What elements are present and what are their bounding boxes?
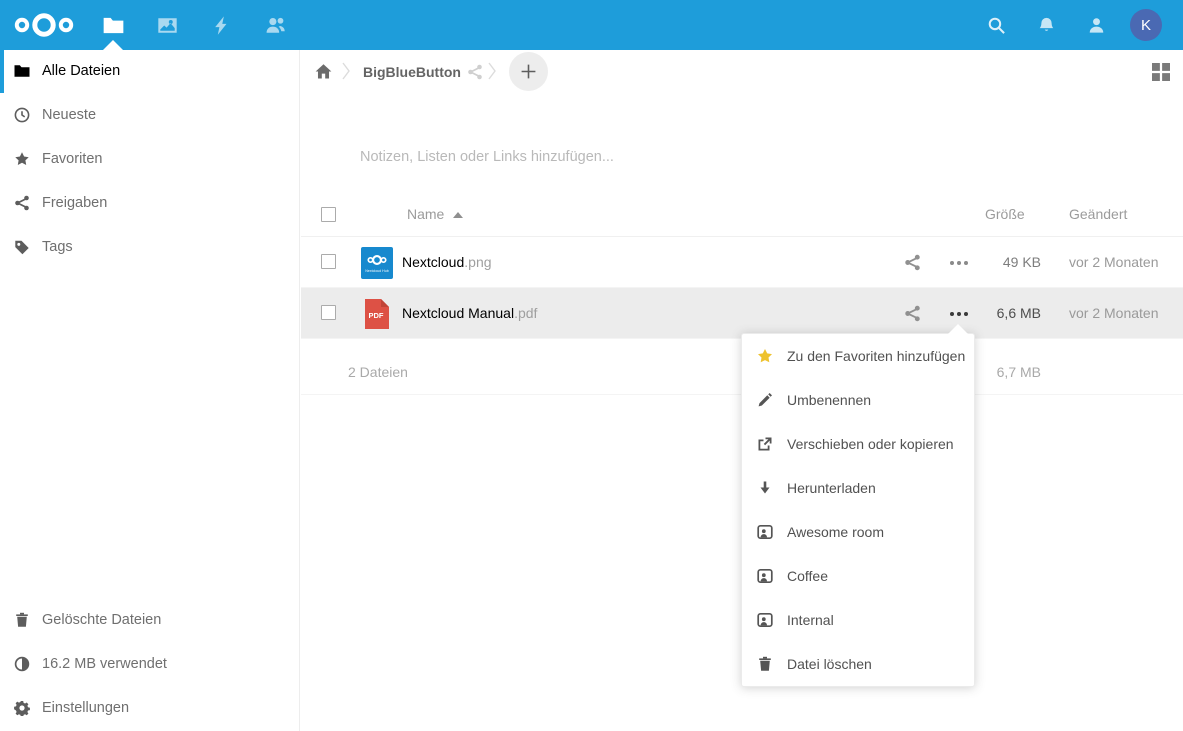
menu-item-delete-file[interactable]: Datei löschen xyxy=(742,642,974,686)
image-file-thumbnail[interactable]: Nextcloud Hub xyxy=(361,247,393,279)
file-count: 2 Dateien xyxy=(348,364,408,380)
sidebar-item-quota[interactable]: 16.2 MB verwendet xyxy=(0,642,299,686)
sidebar-item-label: Einstellungen xyxy=(42,700,129,716)
room-icon xyxy=(757,524,773,540)
breadcrumb-share-icon[interactable] xyxy=(467,64,483,80)
notifications-bell-icon[interactable] xyxy=(1034,13,1058,37)
star-icon xyxy=(14,151,30,167)
tag-icon xyxy=(14,239,30,255)
table-row[interactable]: Nextcloud Hub Nextcloud.png 49 KB vor 2 … xyxy=(301,237,1183,288)
star-icon xyxy=(757,348,773,364)
folder-icon xyxy=(14,63,30,79)
nextcloud-files-app: K Alle Dateien Neueste Favoriten xyxy=(0,0,1183,731)
sidebar-item-label: Alle Dateien xyxy=(42,63,120,79)
menu-item-add-to-favorites[interactable]: Zu den Favoriten hinzufügen xyxy=(742,334,974,378)
sidebar-item-shares[interactable]: Freigaben xyxy=(0,181,299,225)
table-row[interactable]: PDF Nextcloud Manual.pdf 6,6 MB vor 2 Mo… xyxy=(301,288,1183,339)
sidebar-item-favorites[interactable]: Favoriten xyxy=(0,137,299,181)
breadcrumb-chevron-icon xyxy=(341,61,351,81)
avatar[interactable]: K xyxy=(1130,9,1162,41)
pdf-badge: PDF xyxy=(369,311,384,320)
column-header-modified[interactable]: Geändert xyxy=(1069,206,1127,222)
move-icon xyxy=(757,436,773,452)
sidebar-item-tags[interactable]: Tags xyxy=(0,225,299,269)
room-icon xyxy=(757,568,773,584)
sidebar-item-label: Favoriten xyxy=(42,151,102,167)
file-size: 49 KB xyxy=(941,254,1041,270)
sidebar-item-all-files[interactable]: Alle Dateien xyxy=(0,49,299,93)
files-app-icon[interactable] xyxy=(100,12,126,38)
search-icon[interactable] xyxy=(984,13,1008,37)
sidebar-item-deleted-files[interactable]: Gelöschte Dateien xyxy=(0,598,299,642)
home-icon[interactable] xyxy=(315,63,332,80)
file-modified: vor 2 Monaten xyxy=(1069,305,1159,321)
table-header: Name Größe Geändert xyxy=(301,193,1183,237)
file-name[interactable]: Nextcloud.png xyxy=(402,254,492,270)
menu-item-rename[interactable]: Umbenennen xyxy=(742,378,974,422)
activity-app-icon[interactable] xyxy=(208,12,234,38)
file-actions-menu: Zu den Favoriten hinzufügen Umbenennen V… xyxy=(741,333,975,687)
sort-ascending-icon xyxy=(453,212,463,218)
contacts-app-icon[interactable] xyxy=(262,12,288,38)
menu-item-room-internal[interactable]: Internal xyxy=(742,598,974,642)
column-header-size[interactable]: Größe xyxy=(985,206,1025,222)
sidebar-item-label: 16.2 MB verwendet xyxy=(42,656,167,672)
row-checkbox[interactable] xyxy=(321,305,336,320)
breadcrumb-folder[interactable]: BigBlueButton xyxy=(363,64,461,80)
sidebar-item-label: Gelöschte Dateien xyxy=(42,612,161,628)
menu-item-download[interactable]: Herunterladen xyxy=(742,466,974,510)
trash-icon xyxy=(757,656,773,672)
file-size: 6,6 MB xyxy=(941,305,1041,321)
pencil-icon xyxy=(757,392,773,408)
active-app-indicator xyxy=(103,40,123,50)
select-all-checkbox[interactable] xyxy=(321,207,336,222)
notes-input[interactable]: Notizen, Listen oder Links hinzufügen... xyxy=(360,137,1040,177)
file-modified: vor 2 Monaten xyxy=(1069,254,1159,270)
breadcrumb-chevron-icon xyxy=(487,61,497,81)
sidebar-item-label: Neueste xyxy=(42,107,96,123)
column-header-name[interactable]: Name xyxy=(407,206,444,222)
top-bar: K xyxy=(0,0,1183,50)
gear-icon xyxy=(14,700,30,716)
sidebar-item-recent[interactable]: Neueste xyxy=(0,93,299,137)
download-icon xyxy=(757,480,773,496)
nextcloud-logo[interactable] xyxy=(14,8,74,42)
sidebar-item-label: Tags xyxy=(42,239,73,255)
share-icon xyxy=(14,195,30,211)
sidebar: Alle Dateien Neueste Favoriten xyxy=(0,50,300,731)
active-item-indicator xyxy=(0,49,4,93)
file-name[interactable]: Nextcloud Manual.pdf xyxy=(402,305,537,321)
room-icon xyxy=(757,612,773,628)
new-file-button[interactable] xyxy=(509,52,548,91)
trash-icon xyxy=(14,612,30,628)
quota-pie-icon xyxy=(14,656,30,672)
row-share-icon[interactable] xyxy=(904,305,921,322)
row-share-icon[interactable] xyxy=(904,254,921,271)
pdf-file-thumbnail[interactable]: PDF xyxy=(361,298,393,330)
breadcrumb: BigBlueButton xyxy=(301,50,1183,145)
grid-view-toggle-icon[interactable] xyxy=(1152,63,1170,81)
sidebar-item-label: Freigaben xyxy=(42,195,107,211)
contacts-menu-icon[interactable] xyxy=(1084,13,1108,37)
menu-item-move-or-copy[interactable]: Verschieben oder kopieren xyxy=(742,422,974,466)
row-checkbox[interactable] xyxy=(321,254,336,269)
menu-item-room-coffee[interactable]: Coffee xyxy=(742,554,974,598)
clock-icon xyxy=(14,107,30,123)
menu-item-room-awesome[interactable]: Awesome room xyxy=(742,510,974,554)
thumb-caption: Nextcloud Hub xyxy=(365,269,389,273)
sidebar-item-settings[interactable]: Einstellungen xyxy=(0,686,299,730)
plus-icon xyxy=(520,63,537,80)
photos-app-icon[interactable] xyxy=(154,12,180,38)
